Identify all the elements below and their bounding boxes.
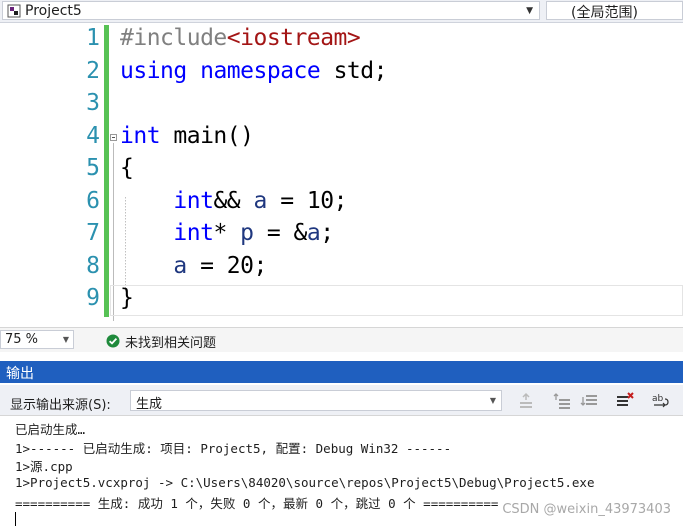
- find-message-icon[interactable]: [516, 391, 536, 411]
- code-token: std;: [320, 57, 388, 84]
- line-number: 9: [86, 285, 100, 311]
- code-line[interactable]: }: [120, 285, 134, 311]
- clear-all-icon[interactable]: [615, 391, 635, 411]
- code-token: int: [173, 220, 214, 246]
- output-line: ========== 生成: 成功 1 个，失败 0 个，最新 0 个，跳过 0…: [15, 496, 499, 511]
- code-token: p: [240, 220, 254, 246]
- issues-status-text[interactable]: 未找到相关问题: [125, 332, 216, 351]
- line-number: 3: [86, 90, 100, 116]
- code-token: int: [120, 122, 161, 149]
- code-token: *: [213, 220, 241, 246]
- line-number: 8: [86, 252, 100, 279]
- code-token: = 20;: [186, 252, 267, 279]
- change-tracking-bar: [104, 25, 109, 317]
- code-token: <iostream>: [226, 25, 361, 51]
- line-number: 5: [86, 155, 100, 181]
- line-number: 4: [86, 122, 100, 149]
- code-editor[interactable]: 1 2 3 4 5 6 7 8 9 #include<iostream> using namesp…: [0, 23, 683, 323]
- project-name: Project5: [25, 2, 82, 19]
- scope-dropdown[interactable]: (全局范围): [546, 1, 683, 21]
- editor-navigation-bar: Project5 ▼ (全局范围): [0, 0, 683, 23]
- code-line[interactable]: int&& a = 10;: [120, 188, 347, 214]
- output-title: 输出: [6, 366, 34, 382]
- zoom-value: 75 %: [5, 332, 39, 347]
- code-line[interactable]: a = 20;: [120, 253, 267, 279]
- output-line: 1>Project5.vcxproj -> C:\Users\84020\sou…: [15, 474, 595, 490]
- output-line: 1>源.cpp: [15, 459, 73, 474]
- word-wrap-icon[interactable]: ab: [651, 391, 671, 411]
- code-token: int: [173, 187, 214, 214]
- line-number: 2: [86, 57, 100, 84]
- current-line-highlight: [110, 285, 683, 316]
- line-number: 7: [86, 220, 100, 246]
- svg-text:ab: ab: [652, 394, 664, 404]
- project-dropdown[interactable]: Project5 ▼: [2, 1, 540, 20]
- code-line[interactable]: using namespace std;: [120, 58, 387, 84]
- output-text-area[interactable]: 已启动生成… 1>------ 已启动生成: 项目: Project5, 配置: …: [0, 415, 683, 528]
- chevron-down-icon: ▼: [526, 6, 533, 16]
- line-number: 1: [86, 25, 100, 51]
- output-source-label: 显示输出来源(S):: [10, 398, 111, 413]
- code-line[interactable]: #include<iostream>: [120, 25, 361, 51]
- previous-message-icon[interactable]: [553, 391, 573, 411]
- code-token: a: [173, 252, 187, 279]
- output-source-value: 生成: [136, 397, 163, 412]
- code-line[interactable]: int* p = &a;: [120, 220, 334, 246]
- next-message-icon[interactable]: [580, 391, 600, 411]
- scope-label: (全局范围): [571, 5, 638, 21]
- code-token: namespace: [200, 57, 321, 84]
- code-token: #include: [120, 25, 227, 51]
- output-panel-title: 输出: [0, 361, 683, 383]
- output-toolbar: 显示输出来源(S): 生成 ▼ ab: [0, 385, 683, 415]
- chevron-down-icon: ▼: [489, 396, 496, 405]
- editor-status-strip: 75 % ▼ 未找到相关问题: [0, 327, 683, 352]
- chevron-down-icon: ▼: [62, 335, 69, 344]
- project-icon: [7, 4, 21, 18]
- code-token: = 10;: [266, 187, 347, 214]
- code-token: a: [306, 220, 321, 246]
- code-token: }: [120, 285, 134, 311]
- watermark: CSDN @weixin_43973403: [502, 502, 671, 517]
- code-line[interactable]: int main(): [120, 122, 254, 149]
- code-token: {: [120, 155, 134, 181]
- output-source-dropdown[interactable]: 生成 ▼: [130, 390, 502, 412]
- code-token: = &: [253, 220, 308, 246]
- check-circle-icon[interactable]: [106, 333, 120, 348]
- output-line: 1>------ 已启动生成: 项目: Project5, 配置: Debug …: [15, 440, 452, 456]
- line-number: 6: [86, 187, 100, 214]
- code-token: ;: [320, 220, 334, 246]
- code-token: main(): [160, 122, 254, 149]
- output-line: 已启动生成…: [15, 422, 86, 437]
- zoom-dropdown[interactable]: 75 % ▼: [0, 330, 74, 349]
- text-caret: [15, 512, 16, 526]
- code-token: a: [253, 187, 267, 214]
- collapse-icon[interactable]: [110, 134, 117, 141]
- code-token: &&: [213, 187, 254, 214]
- code-token: using: [120, 57, 187, 84]
- code-line[interactable]: {: [120, 155, 134, 181]
